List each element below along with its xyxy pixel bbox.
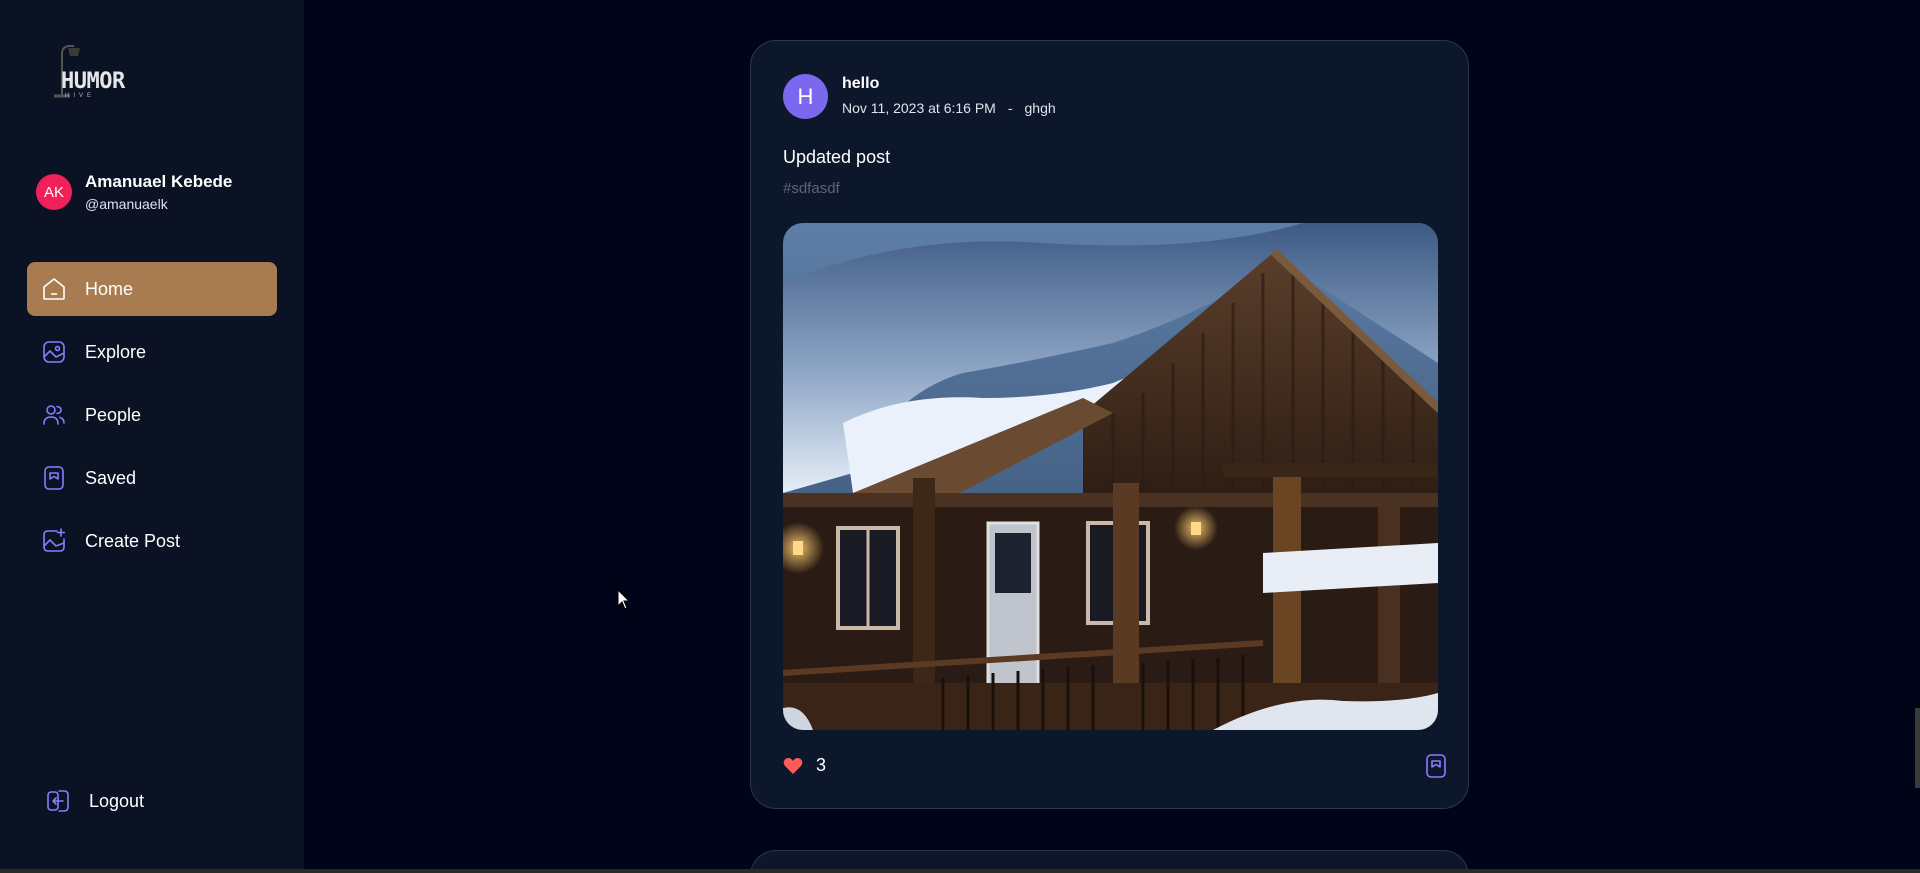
sidebar-nav: Home Explore People Saved Create Post [27, 262, 277, 577]
logout-button[interactable]: Logout [45, 788, 144, 814]
post-tag[interactable]: #sdfasdf [783, 180, 840, 197]
post-image[interactable] [783, 223, 1438, 730]
post-avatar[interactable]: H [783, 74, 828, 119]
avatar: AK [36, 174, 72, 210]
save-button[interactable] [1425, 754, 1447, 778]
heart-icon [783, 757, 803, 774]
scrollbar[interactable] [1915, 708, 1920, 788]
sidebar-item-label: Saved [85, 467, 137, 488]
user-handle: @amanuaelk [85, 196, 168, 212]
sidebar-item-label: People [85, 404, 142, 425]
window-bottom-edge [0, 869, 1920, 873]
sidebar-item-home[interactable]: Home [27, 262, 277, 316]
like-button[interactable]: 3 [783, 755, 826, 776]
humor-hive-logo[interactable]: HUMOR HIVE [42, 38, 142, 102]
add-image-icon [41, 528, 67, 554]
people-icon [41, 402, 67, 428]
like-count: 3 [816, 755, 827, 775]
post-location: ghgh [1024, 100, 1056, 116]
sidebar-item-explore[interactable]: Explore [27, 325, 277, 379]
post-card: H hello Nov 11, 2023 at 6:16 PM - ghgh U… [750, 40, 1469, 809]
home-icon [41, 276, 67, 302]
sidebar-item-label: Home [85, 278, 134, 299]
user-name: Amanuael Kebede [85, 172, 233, 191]
sidebar: HUMOR HIVE AK Amanuael Kebede @amanuaelk… [0, 0, 304, 873]
post-meta-separator: - [1007, 100, 1013, 116]
post-caption: Updated post [783, 147, 891, 167]
mouse-cursor-icon [617, 589, 631, 610]
post-author[interactable]: hello [842, 75, 879, 93]
sidebar-item-saved[interactable]: Saved [27, 451, 277, 505]
user-profile[interactable]: AK Amanuael Kebede @amanuaelk [36, 172, 232, 212]
logout-icon [45, 788, 71, 814]
gallery-icon [41, 339, 67, 365]
sidebar-item-label: Explore [85, 341, 147, 362]
logo-word: HUMOR [61, 69, 125, 94]
sidebar-item-create-post[interactable]: Create Post [27, 514, 277, 568]
bookmark-icon [41, 465, 67, 491]
logo-sub: HIVE [65, 93, 96, 99]
sidebar-item-people[interactable]: People [27, 388, 277, 442]
sidebar-item-label: Create Post [85, 530, 181, 551]
logout-label: Logout [89, 790, 145, 811]
post-meta: Nov 11, 2023 at 6:16 PM - ghgh [842, 100, 1056, 116]
post-date: Nov 11, 2023 at 6:16 PM [842, 100, 996, 116]
bookmark-icon [1426, 754, 1446, 778]
